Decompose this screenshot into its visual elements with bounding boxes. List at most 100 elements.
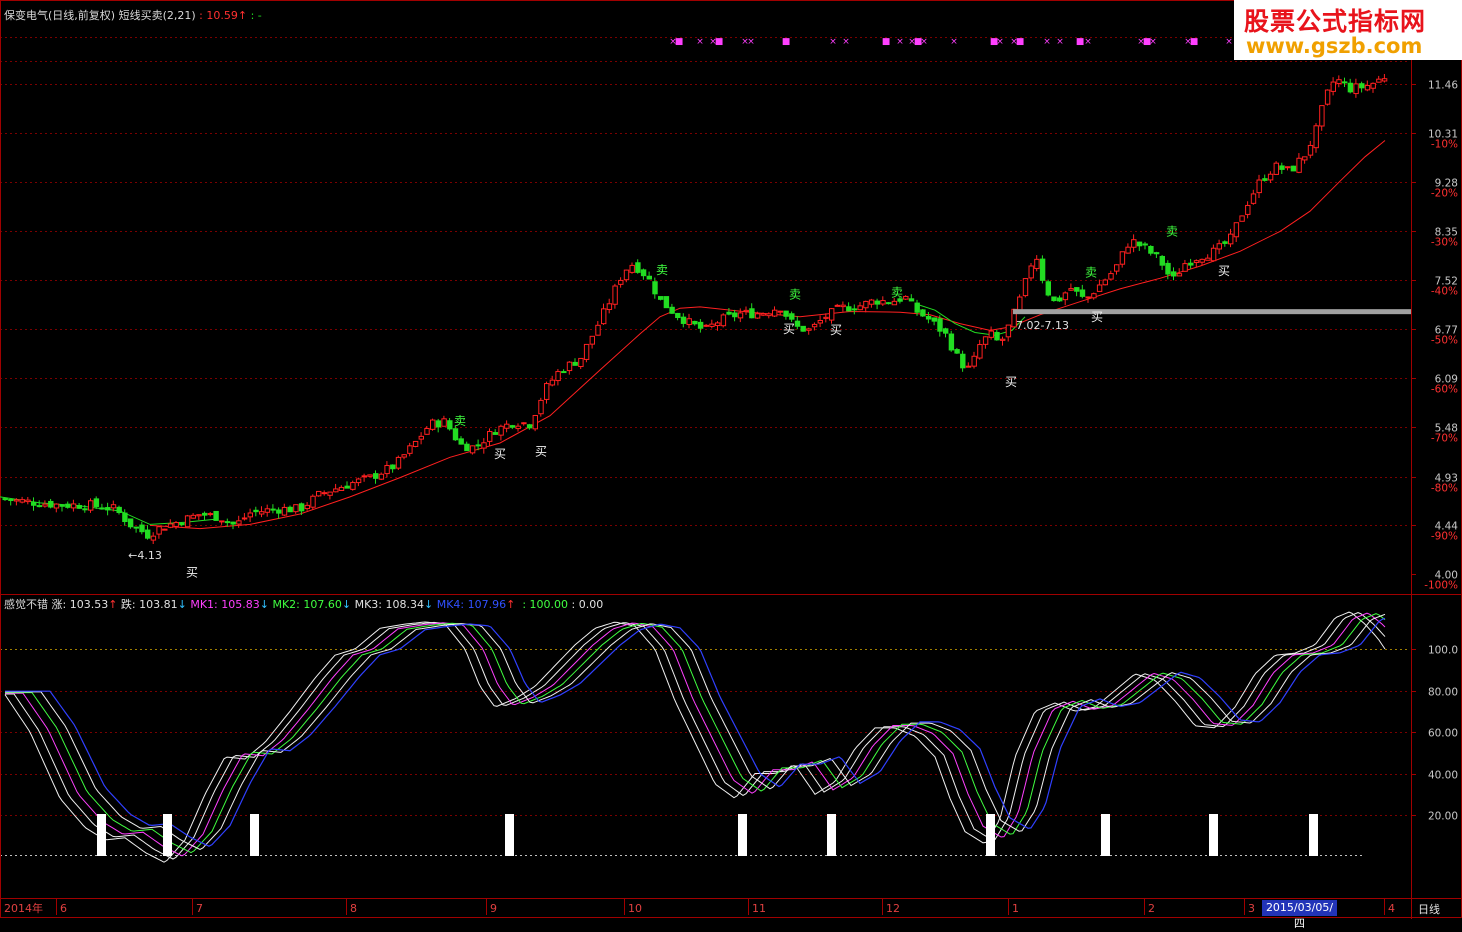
buy-signal-label: 买 <box>1005 375 1017 389</box>
up-candle <box>538 399 544 415</box>
up-candle <box>1319 105 1325 127</box>
mk3-value: MK3: 108.34 <box>354 598 424 611</box>
up-candle <box>766 313 772 317</box>
down-candle <box>213 510 219 521</box>
up-candle <box>367 474 373 477</box>
down-candle <box>435 420 442 428</box>
sell-marker: × <box>896 37 904 47</box>
signal-bar <box>738 814 747 856</box>
up-candle <box>578 357 584 368</box>
up-candle <box>1000 338 1006 341</box>
down-candle <box>561 371 567 374</box>
up-candle <box>737 312 744 319</box>
down-candle <box>732 312 738 318</box>
up-candle <box>1062 292 1069 301</box>
sell-marker: ■ <box>1190 37 1199 47</box>
range-label: 7.02-7.13 <box>1016 319 1069 332</box>
sell-marker: × <box>829 37 837 47</box>
up-arrow-icon: ↑ <box>506 598 516 611</box>
up-candle <box>880 300 886 305</box>
down-candle <box>1222 241 1228 244</box>
up-candle <box>1091 293 1097 299</box>
up-candle <box>521 422 527 425</box>
down-candle <box>960 353 966 369</box>
sell-signal-label: 卖 <box>891 286 903 300</box>
up-candle <box>1193 260 1200 263</box>
date-tick-label: 3 <box>1248 902 1255 915</box>
down-candle <box>1079 289 1086 297</box>
up-candle <box>1096 284 1103 292</box>
up-candle <box>1068 288 1074 291</box>
sell-marker: × <box>950 37 958 47</box>
period-label[interactable]: 日线 <box>1418 901 1440 917</box>
up-candle <box>703 324 709 327</box>
up-candle <box>903 295 909 300</box>
up-candle <box>1228 233 1234 245</box>
down-candle <box>663 296 670 309</box>
down-candle <box>390 464 396 470</box>
down-candle <box>452 428 459 441</box>
down-candle <box>1142 243 1148 246</box>
up-candle <box>1131 239 1137 248</box>
chart-canvas[interactable]: ×■ × ×■ ×× ■ × × ■ × ×■× × ■× ×■ × × ■ × ×■× ×■ × 7.02-7.13… <box>0 0 1462 919</box>
up-candle <box>259 511 265 515</box>
up-candle <box>19 499 26 503</box>
up-candle <box>715 322 721 327</box>
down-candle <box>145 529 151 539</box>
up-candle <box>544 383 550 400</box>
up-candle <box>236 520 242 525</box>
up-candle <box>618 279 624 285</box>
up-candle <box>1296 157 1302 173</box>
down-candle <box>920 309 926 317</box>
down-candle <box>1039 258 1046 281</box>
up-candle <box>1034 258 1040 270</box>
down-candle <box>697 321 704 329</box>
sell-marker: × <box>842 37 850 47</box>
up-candle <box>430 419 436 430</box>
down-candle <box>127 518 134 528</box>
up-candle <box>1307 144 1314 156</box>
up-candle <box>42 503 48 507</box>
down-candle <box>1347 82 1354 93</box>
down-candle <box>475 444 482 447</box>
price-tick-label: 11.46 <box>1428 80 1458 92</box>
up-candle <box>1285 166 1291 169</box>
up-arrow-icon: ↑ <box>108 598 118 611</box>
up-candle <box>601 308 607 325</box>
down-candle <box>692 320 698 325</box>
up-candle <box>982 336 989 345</box>
down-candle <box>726 311 732 315</box>
up-candle <box>629 264 635 273</box>
up-candle <box>595 324 601 336</box>
up-candle <box>361 475 368 478</box>
down-arrow-icon: ↓ <box>341 598 352 611</box>
down-candle <box>646 275 652 280</box>
up-candle <box>281 506 288 516</box>
sell-signal-label: 卖 <box>454 414 466 428</box>
up-candle <box>424 428 430 435</box>
up-candle <box>487 430 493 442</box>
up-candle <box>481 442 487 449</box>
up-candle <box>1256 179 1262 194</box>
up-candle <box>418 435 425 440</box>
down-candle <box>179 522 185 526</box>
date-tick-label: 6 <box>60 902 67 915</box>
up-candle <box>840 304 846 308</box>
down-candle <box>105 507 111 511</box>
down-candle <box>82 508 88 511</box>
up-candle <box>150 535 157 541</box>
down-candle <box>1153 252 1160 255</box>
down-candle <box>298 503 305 512</box>
down-candle <box>253 509 259 513</box>
sell-marker: × <box>996 37 1004 47</box>
date-tick-label: 1 <box>1012 902 1019 915</box>
range-bar <box>1013 309 1411 315</box>
down-candle <box>464 443 470 452</box>
down-candle <box>1188 262 1194 266</box>
up-candle <box>1364 85 1371 91</box>
indicator-panel-header: 感觉不错 涨: 103.53↑ 跌: 103.81↓ MK1: 105.83↓ … <box>4 596 603 612</box>
up-candle <box>1233 222 1240 238</box>
down-candle <box>31 502 37 506</box>
down-candle <box>1051 296 1057 302</box>
sell-signal-label: 卖 <box>1166 224 1178 238</box>
